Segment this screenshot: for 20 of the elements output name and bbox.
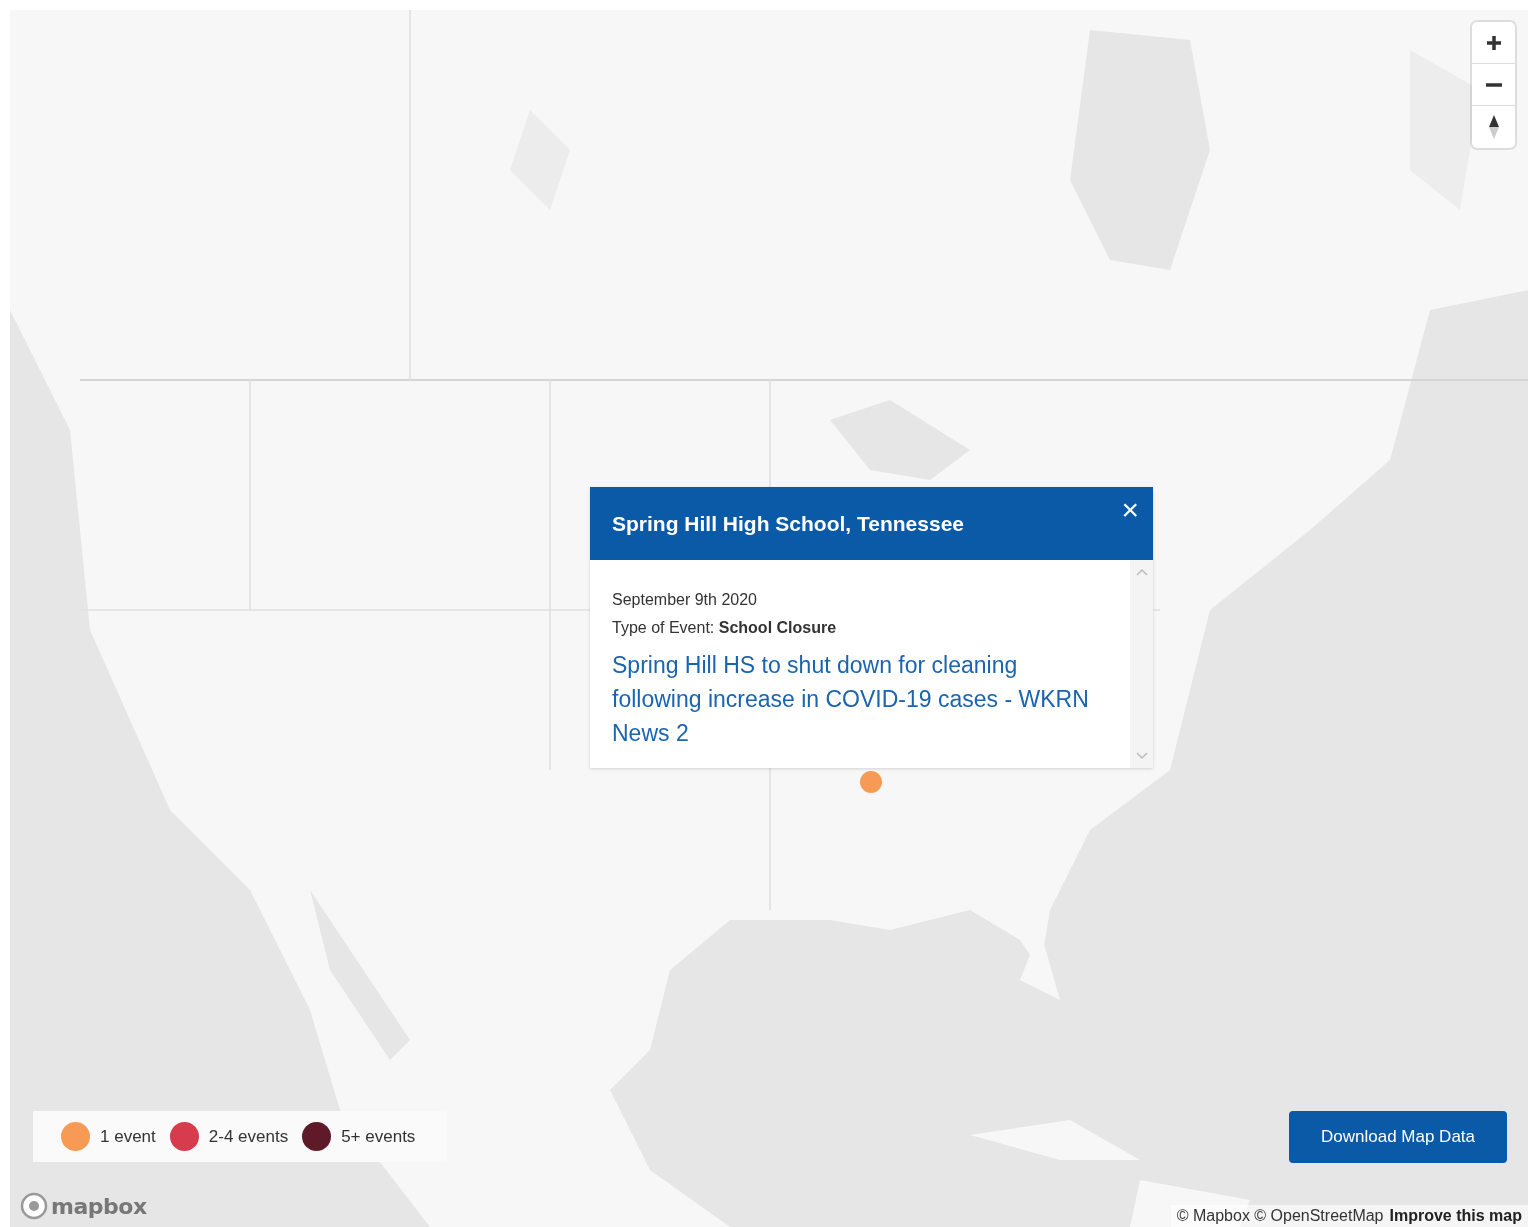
minus-icon	[1484, 81, 1503, 88]
legend-label: 2-4 events	[208, 1126, 289, 1147]
event-type: School Closure	[718, 619, 837, 636]
attribution-text: © Mapbox © OpenStreetMap	[1176, 1207, 1384, 1225]
article-link[interactable]: Spring Hill HS to shut down for cleaning following increase in COVID-19 cases - WKRN News 2	[612, 648, 1090, 750]
popup-title: Spring Hill High School, Tennessee	[612, 511, 964, 536]
improve-map-link[interactable]: Improve this map	[1389, 1207, 1522, 1225]
scroll-down-icon	[1135, 752, 1148, 760]
legend-label: 5+ events	[341, 1126, 416, 1147]
logo-icon	[20, 1192, 48, 1220]
legend-label: 1 event	[100, 1126, 156, 1147]
download-button[interactable]: Download Map Data	[1289, 1111, 1507, 1163]
scrollbar[interactable]	[1130, 560, 1153, 768]
close-button[interactable]: ×	[1117, 493, 1143, 527]
compass-icon	[1487, 114, 1500, 140]
logo-wordmark: mapbox	[51, 1193, 147, 1219]
event-type-label: Type of Event:	[612, 619, 715, 636]
plus-icon	[1484, 33, 1503, 52]
event-date: September 9th 2020	[612, 590, 758, 610]
scroll-up-icon	[1135, 568, 1148, 576]
